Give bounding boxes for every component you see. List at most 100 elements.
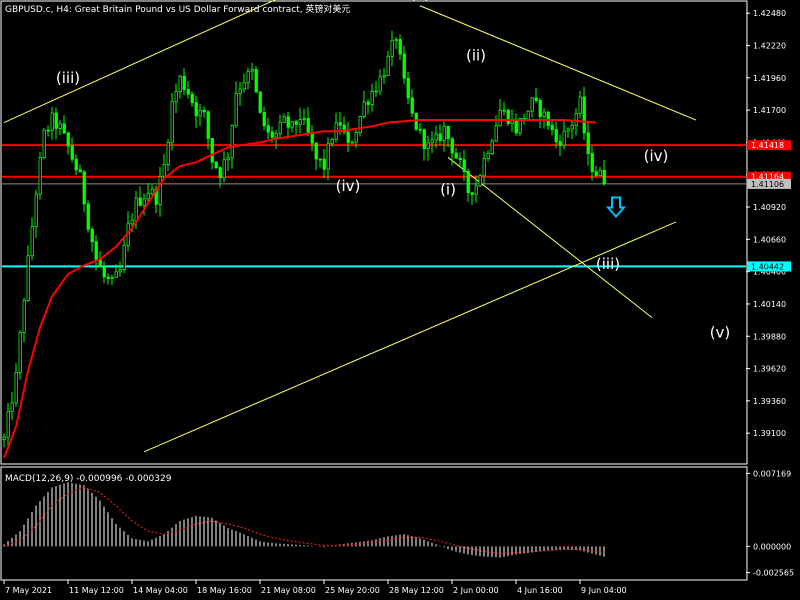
x-tick-label-3: 18 May 16:00 — [197, 586, 252, 595]
macd-tick-label-1: 0.000000 — [753, 542, 791, 551]
candle-body — [498, 109, 502, 127]
candle-body — [402, 53, 406, 79]
candle-body — [210, 137, 214, 163]
candle-body — [458, 157, 462, 161]
y-tick-label-13: 1.39100 — [753, 429, 786, 438]
x-tick-label-1: 11 May 12:00 — [69, 586, 124, 595]
candle-body — [338, 122, 342, 126]
candle-body — [206, 111, 210, 139]
candle-body — [194, 102, 198, 117]
candle-body — [378, 76, 382, 92]
candle-body — [582, 96, 586, 134]
price-tag-3: 1.40442 — [751, 262, 784, 271]
candle-body — [82, 171, 86, 205]
price-tag-2: 1.41106 — [751, 180, 784, 189]
candle-body — [186, 89, 190, 95]
candle-body — [278, 121, 282, 135]
candle-body — [110, 276, 114, 279]
y-tick-label-10: 1.39880 — [753, 332, 786, 341]
candle-body — [114, 271, 118, 278]
candle-body — [94, 241, 98, 260]
candle-body — [550, 125, 554, 131]
candle-body — [34, 193, 38, 227]
candle-body — [398, 39, 402, 55]
candle-body — [42, 129, 46, 158]
candle-body — [286, 116, 290, 128]
candle-body — [230, 124, 234, 159]
candle-body — [290, 121, 294, 128]
candle-body — [234, 93, 238, 126]
x-tick-label-6: 28 May 12:00 — [389, 586, 444, 595]
candle-body — [418, 128, 422, 131]
candle-body — [598, 169, 602, 176]
candle-body — [438, 133, 442, 141]
candle-body — [14, 371, 18, 404]
candle-body — [258, 91, 262, 113]
candle-body — [22, 300, 26, 333]
candle-body — [282, 116, 286, 123]
candle-body — [274, 133, 278, 138]
candle-body — [490, 140, 494, 155]
candle-body — [586, 132, 590, 154]
candle-body — [50, 112, 54, 131]
candle-body — [558, 141, 562, 146]
candle-body — [322, 158, 326, 170]
candle-body — [350, 141, 354, 144]
macd-tick-label-0: 0.007169 — [753, 469, 791, 478]
wave-label-7: (v) — [710, 323, 731, 341]
y-tick-label-3: 1.41700 — [753, 106, 786, 115]
candle-body — [486, 153, 490, 159]
candle-body — [294, 121, 298, 125]
candle-body — [46, 129, 50, 132]
candle-body — [330, 139, 334, 145]
candle-body — [474, 185, 478, 195]
candle-body — [426, 142, 430, 149]
candle-body — [562, 130, 566, 146]
candle-body — [134, 197, 138, 221]
candle-body — [442, 125, 446, 141]
x-tick-label-5: 25 May 20:00 — [325, 586, 380, 595]
candle-body — [326, 143, 330, 170]
candle-body — [578, 96, 582, 114]
candle-body — [178, 75, 182, 93]
candle-body — [602, 169, 606, 185]
candle-body — [450, 138, 454, 154]
candle-body — [574, 113, 578, 126]
wave-label-3: (i) — [440, 181, 456, 199]
candle-body — [306, 117, 310, 133]
candle-body — [546, 111, 550, 126]
candle-body — [266, 125, 270, 133]
candle-body — [66, 132, 70, 147]
candle-body — [122, 244, 126, 270]
wave-label-2: (v) — [410, 0, 431, 2]
candle-body — [446, 125, 450, 139]
candle-body — [590, 153, 594, 173]
candle-body — [238, 88, 242, 95]
candle-body — [346, 131, 350, 143]
candle-body — [58, 123, 62, 129]
candle-body — [214, 161, 218, 169]
candle-body — [70, 145, 74, 160]
candle-body — [118, 269, 122, 273]
candle-body — [10, 402, 14, 412]
y-tick-label-6: 1.40920 — [753, 203, 786, 212]
candle-body — [226, 157, 230, 161]
candle-body — [202, 109, 206, 113]
candle-body — [242, 82, 246, 90]
candle-body — [18, 332, 22, 373]
candle-body — [514, 119, 518, 134]
y-tick-label-9: 1.40140 — [753, 300, 786, 309]
candle-body — [478, 175, 482, 187]
candle-body — [434, 133, 438, 141]
y-tick-label-2: 1.41960 — [753, 74, 786, 83]
candle-body — [138, 197, 142, 206]
candle-body — [506, 109, 510, 124]
candle-body — [482, 158, 486, 177]
trading-chart[interactable]: (iii) (iv) (v) (i) (ii) (iii) (iv) (v) 1.42480 1… — [0, 0, 800, 600]
candle-body — [382, 75, 386, 78]
candle-body — [318, 158, 322, 161]
macd-tick-label-2: -0.002565 — [753, 569, 794, 578]
candle-body — [182, 75, 186, 90]
candle-body — [90, 228, 94, 243]
y-tick-label-7: 1.40660 — [753, 235, 786, 244]
